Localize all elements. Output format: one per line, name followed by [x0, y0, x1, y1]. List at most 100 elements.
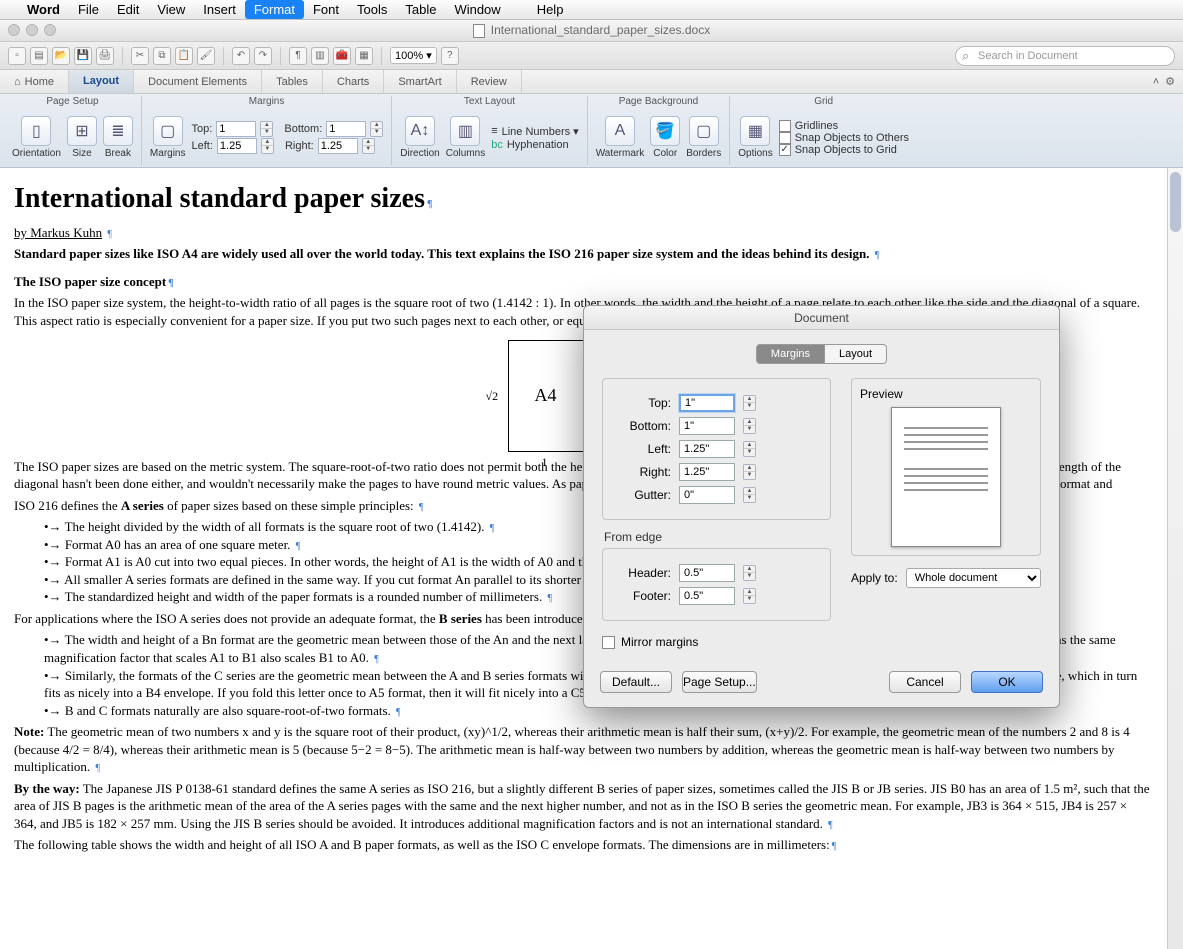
pilcrow-icon[interactable]: ¶: [289, 47, 307, 65]
color-button[interactable]: 🪣Color: [650, 116, 680, 159]
vertical-scrollbar[interactable]: [1167, 168, 1183, 949]
stepper[interactable]: ▲▼: [743, 565, 756, 581]
dialog-tab-layout[interactable]: Layout: [825, 344, 887, 364]
close-icon[interactable]: [8, 24, 20, 36]
gridlines-checkbox[interactable]: Gridlines: [779, 120, 909, 132]
doc-h1: International standard paper sizes¶: [14, 180, 1153, 218]
left-input[interactable]: [679, 440, 735, 458]
menu-view[interactable]: View: [148, 0, 194, 19]
media-icon[interactable]: ▦: [355, 47, 373, 65]
borders-icon: ▢: [689, 116, 719, 146]
titlebar: International_standard_paper_sizes.docx: [0, 20, 1183, 42]
margins-button[interactable]: ▢Margins: [150, 116, 186, 159]
top-input[interactable]: [679, 394, 735, 412]
stepper[interactable]: ▲▼: [362, 138, 375, 154]
doc-note: Note: The geometric mean of two numbers …: [14, 723, 1153, 776]
margin-top-input[interactable]: [216, 121, 256, 137]
menu-window[interactable]: Window: [445, 0, 509, 19]
tab-document-elements[interactable]: Document Elements: [134, 70, 262, 93]
cancel-button[interactable]: Cancel: [889, 671, 961, 693]
scrollbar-thumb[interactable]: [1170, 172, 1181, 232]
default-button[interactable]: Default...: [600, 671, 672, 693]
header-input[interactable]: [679, 564, 735, 582]
orientation-button[interactable]: ▯Orientation: [12, 116, 61, 159]
collapse-ribbon-icon[interactable]: ˄: [1153, 76, 1159, 88]
menu-app[interactable]: Word: [18, 0, 69, 19]
print-icon[interactable]: 🖨: [96, 47, 114, 65]
menu-script-icon[interactable]: [510, 8, 528, 12]
stepper[interactable]: ▲▼: [743, 418, 756, 434]
footer-input[interactable]: [679, 587, 735, 605]
snap-grid-checkbox[interactable]: ✓Snap Objects to Grid: [779, 144, 909, 156]
tab-tables[interactable]: Tables: [262, 70, 323, 93]
bottom-input[interactable]: [679, 417, 735, 435]
stepper[interactable]: ▲▼: [743, 487, 756, 503]
copy-icon[interactable]: ⧉: [153, 47, 171, 65]
minimize-icon[interactable]: [26, 24, 38, 36]
mirror-margins-checkbox[interactable]: Mirror margins: [602, 635, 831, 649]
menu-file[interactable]: File: [69, 0, 108, 19]
stepper[interactable]: ▲▼: [260, 121, 273, 137]
stepper[interactable]: ▲▼: [370, 121, 383, 137]
menu-tools[interactable]: Tools: [348, 0, 396, 19]
sidebar-icon[interactable]: ▥: [311, 47, 329, 65]
zoom-icon[interactable]: [44, 24, 56, 36]
redo-icon[interactable]: ↷: [254, 47, 272, 65]
zoom-dropdown[interactable]: 100% ▾: [390, 47, 437, 64]
toolbox-icon[interactable]: 🧰: [333, 47, 351, 65]
paste-icon[interactable]: 📋: [175, 47, 193, 65]
cut-icon[interactable]: ✂: [131, 47, 149, 65]
ok-button[interactable]: OK: [971, 671, 1043, 693]
save-icon[interactable]: 💾: [74, 47, 92, 65]
dialog-tab-margins[interactable]: Margins: [756, 344, 825, 364]
gear-icon[interactable]: ⚙: [1165, 75, 1175, 88]
stepper[interactable]: ▲▼: [743, 464, 756, 480]
borders-button[interactable]: ▢Borders: [686, 116, 721, 159]
menu-help[interactable]: Help: [528, 0, 573, 19]
open-icon[interactable]: 📂: [52, 47, 70, 65]
gutter-label: Gutter:: [615, 488, 671, 502]
tab-charts[interactable]: Charts: [323, 70, 384, 93]
margin-bottom-input[interactable]: [326, 121, 366, 137]
watermark-button[interactable]: AWatermark: [596, 116, 645, 159]
tab-layout[interactable]: Layout: [69, 70, 134, 93]
new-icon[interactable]: ▫: [8, 47, 26, 65]
margin-right-input[interactable]: [318, 138, 358, 154]
help-icon[interactable]: ?: [441, 47, 459, 65]
stepper[interactable]: ▲▼: [743, 588, 756, 604]
menu-font[interactable]: Font: [304, 0, 348, 19]
stepper[interactable]: ▲▼: [743, 395, 756, 411]
orientation-icon: ▯: [21, 116, 51, 146]
margin-left-input[interactable]: [217, 138, 257, 154]
format-painter-icon[interactable]: 🖌: [197, 47, 215, 65]
direction-button[interactable]: A↕Direction: [400, 116, 439, 159]
menu-edit[interactable]: Edit: [108, 0, 148, 19]
group-grid: Grid ▦Options Gridlines Snap Objects to …: [730, 96, 917, 165]
preview-sheet: [891, 407, 1001, 547]
gutter-input[interactable]: [679, 486, 735, 504]
break-button[interactable]: ≣Break: [103, 116, 133, 159]
columns-button[interactable]: ▥Columns: [446, 116, 485, 159]
stepper[interactable]: ▲▼: [743, 441, 756, 457]
menu-insert[interactable]: Insert: [194, 0, 245, 19]
size-button[interactable]: ⊞Size: [67, 116, 97, 159]
snap-others-checkbox[interactable]: Snap Objects to Others: [779, 132, 909, 144]
page-setup-button[interactable]: Page Setup...: [682, 671, 757, 693]
tab-review[interactable]: Review: [457, 70, 522, 93]
right-input[interactable]: [679, 463, 735, 481]
apply-to-select[interactable]: Whole document: [906, 568, 1041, 588]
stepper[interactable]: ▲▼: [261, 138, 274, 154]
tab-home[interactable]: ⌂Home: [0, 70, 69, 93]
menu-format[interactable]: Format: [245, 0, 304, 19]
menu-table[interactable]: Table: [396, 0, 445, 19]
template-icon[interactable]: ▤: [30, 47, 48, 65]
line-numbers-dropdown[interactable]: Line Numbers ▾: [502, 125, 579, 138]
header-label: Header:: [615, 566, 671, 580]
undo-icon[interactable]: ↶: [232, 47, 250, 65]
traffic-lights: [8, 24, 56, 36]
tab-smartart[interactable]: SmartArt: [384, 70, 456, 93]
hyphenation-button[interactable]: Hyphenation: [507, 139, 569, 151]
grid-options-button[interactable]: ▦Options: [738, 116, 772, 159]
search-input[interactable]: Search in Document: [955, 46, 1175, 66]
doc-icon: [473, 24, 485, 38]
